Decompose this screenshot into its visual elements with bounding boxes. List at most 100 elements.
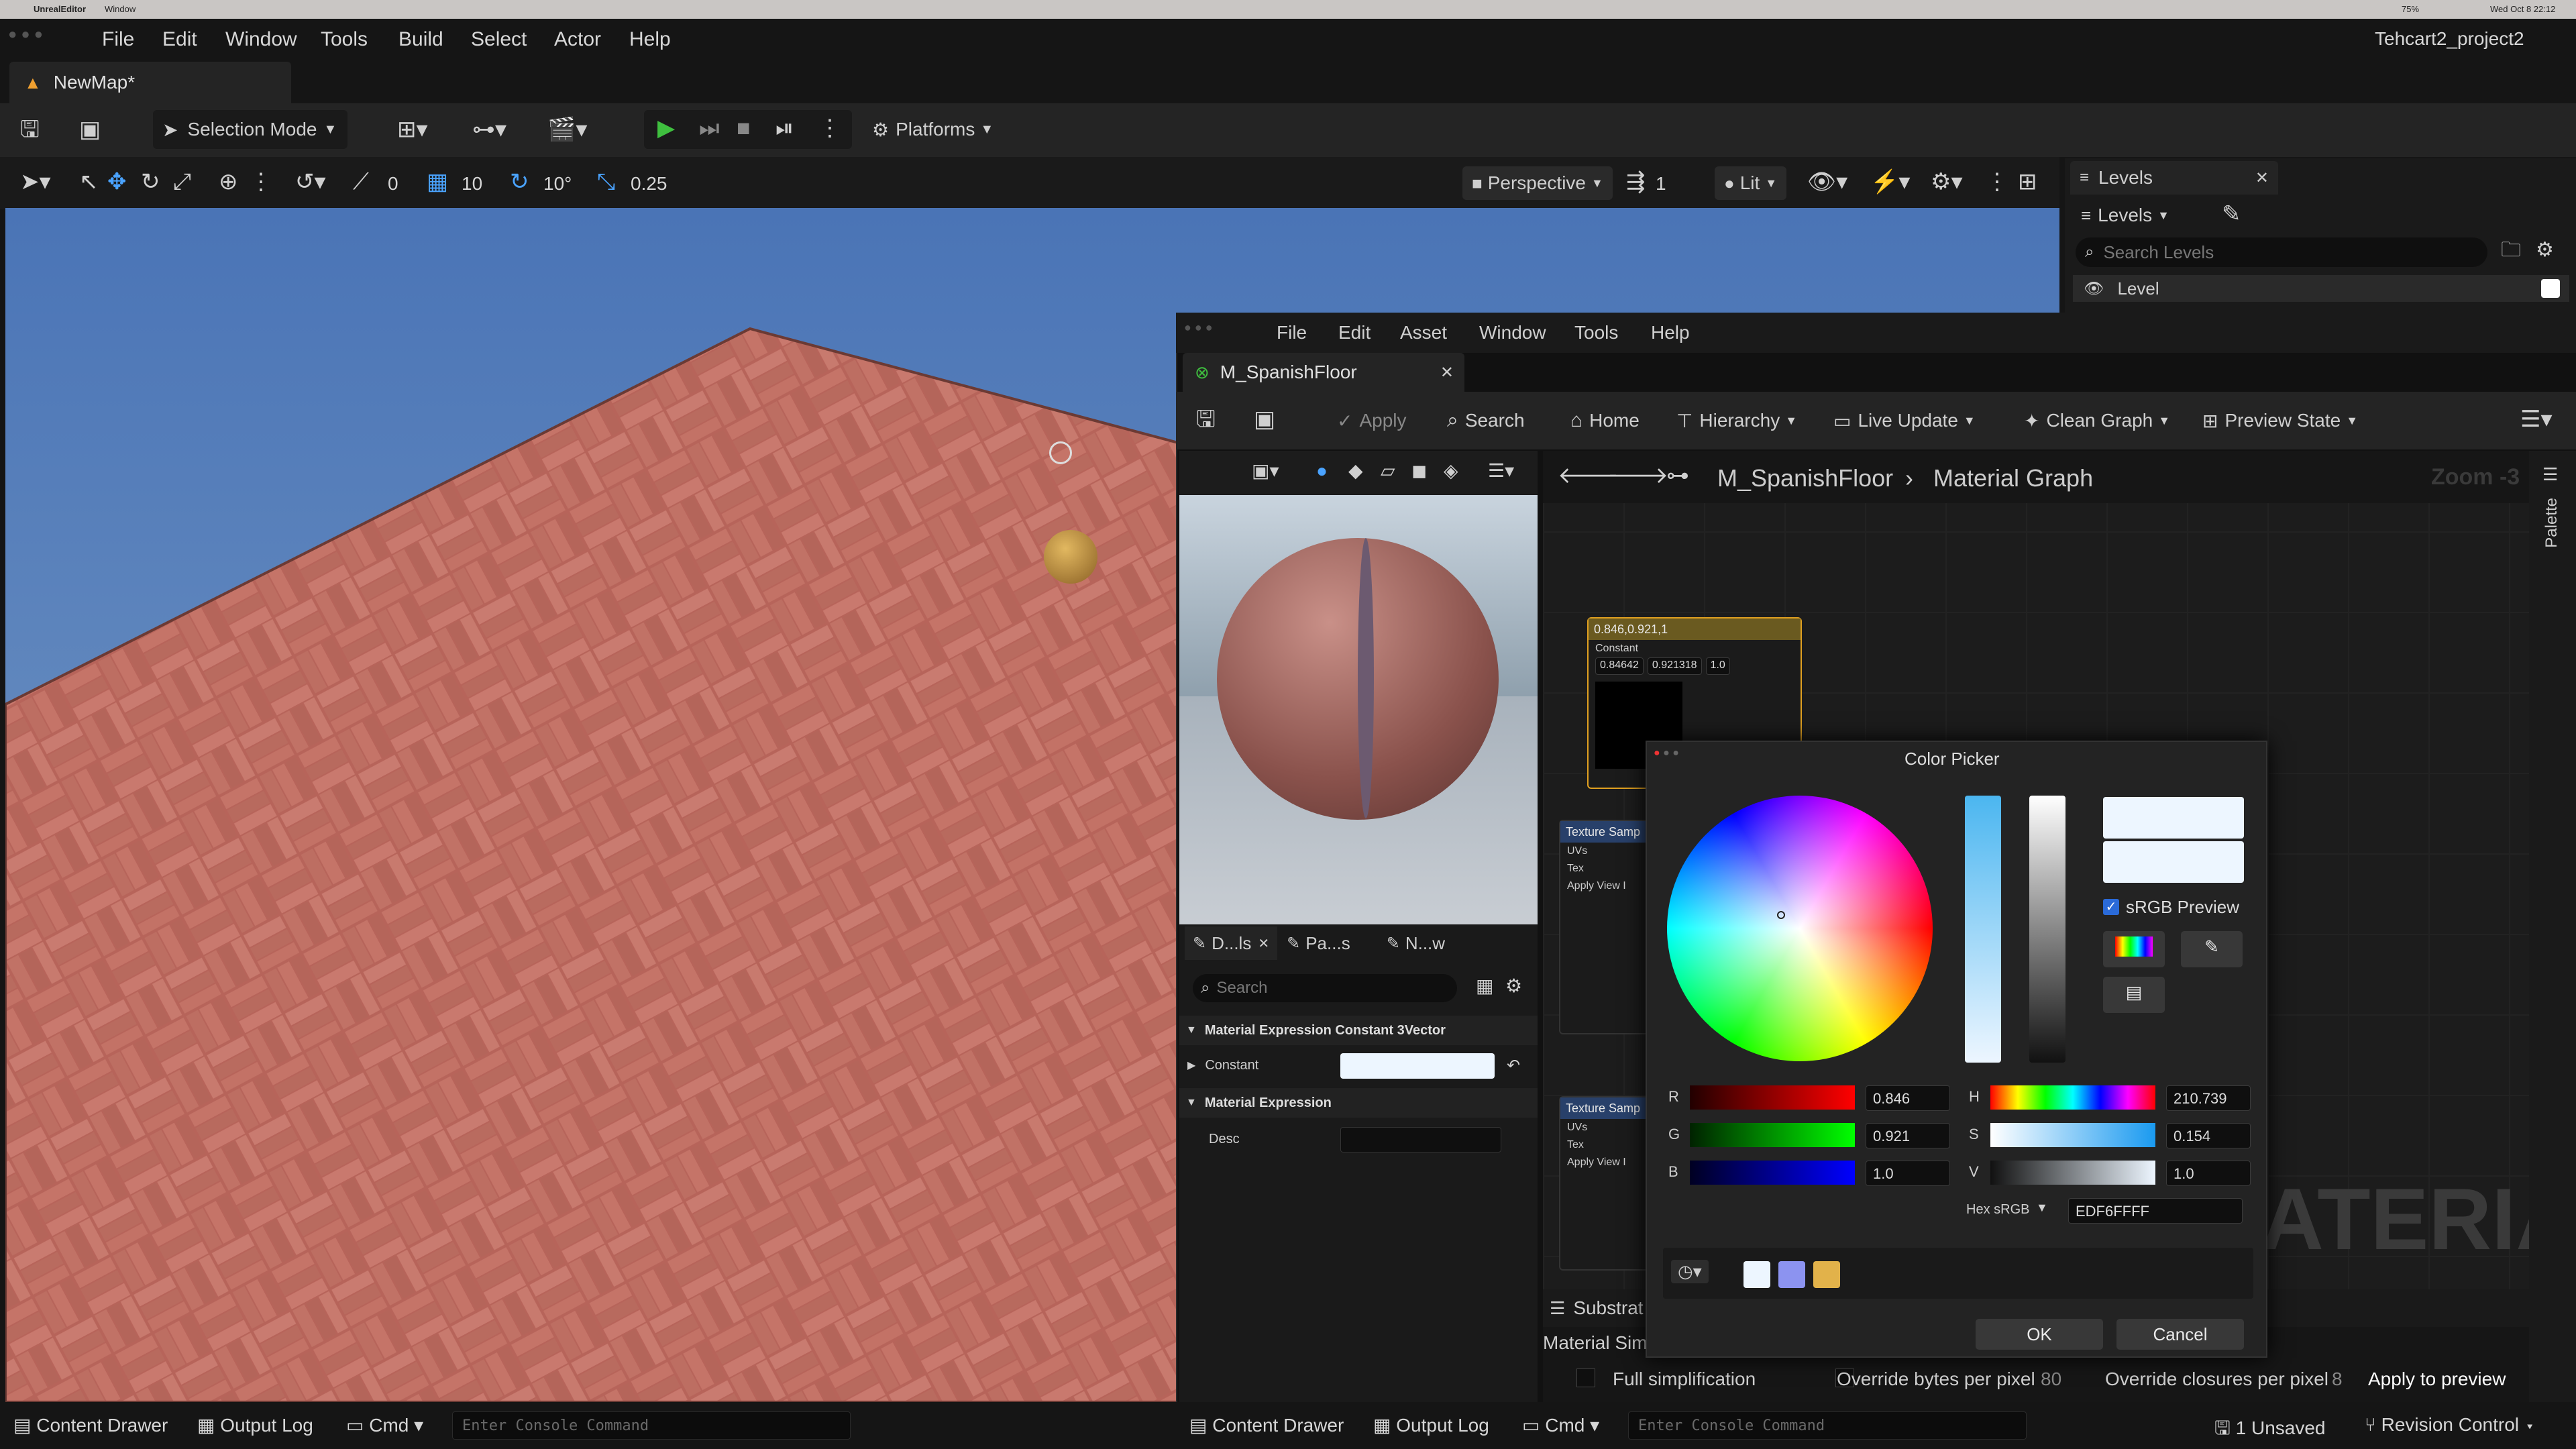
performance-icon[interactable]: ⚡▾ xyxy=(1870,170,1910,193)
scale-snap-icon[interactable]: ⤡ xyxy=(597,170,615,193)
b-value[interactable]: 1.0 xyxy=(1866,1161,1950,1186)
tab-details[interactable]: ✎ D...ls ✕ xyxy=(1185,926,1278,960)
camera-speed-value[interactable]: 1 xyxy=(1656,173,1666,195)
close-icon[interactable]: ✕ xyxy=(1440,363,1454,382)
sky-light-icon[interactable] xyxy=(1049,441,1072,464)
swatch-1[interactable] xyxy=(1743,1261,1770,1288)
apply-button[interactable]: ✓ Apply xyxy=(1337,405,1407,436)
menu-file[interactable]: File xyxy=(1277,322,1307,343)
r-slider[interactable] xyxy=(1690,1085,1855,1110)
cmd-dropdown[interactable]: ▭ Cmd ▾ xyxy=(1522,1414,1599,1436)
menu-window[interactable]: Window xyxy=(225,28,297,51)
angle-snap-icon[interactable]: ↻ xyxy=(510,170,529,193)
more-icon[interactable]: ⋮ xyxy=(250,170,272,193)
tab-material[interactable]: ⊗ M_SpanishFloor ✕ xyxy=(1183,353,1464,392)
menu-asset[interactable]: Asset xyxy=(1400,322,1447,343)
desc-input[interactable] xyxy=(1340,1127,1501,1152)
selection-mode-dropdown[interactable]: ➤ Selection Mode ▼ xyxy=(153,110,347,149)
v-slider[interactable] xyxy=(1990,1161,2155,1185)
grid-snap-value[interactable]: 10 xyxy=(462,173,482,195)
rotation-snap-icon[interactable]: ⟋ xyxy=(353,170,369,193)
sphere-actor[interactable] xyxy=(1044,530,1097,584)
settings-icon[interactable]: ⚙ xyxy=(2536,240,2554,260)
levels-dropdown[interactable]: ≡ Levels ▼ xyxy=(2081,200,2169,231)
mesh-icon[interactable]: ◈ xyxy=(1444,462,1458,480)
r-value[interactable]: 0.846 xyxy=(1866,1085,1950,1111)
menu-help[interactable]: Help xyxy=(1651,322,1690,343)
v-value[interactable]: 1.0 xyxy=(2166,1161,2251,1186)
more-icon[interactable]: ⋮ xyxy=(818,117,841,140)
console-input[interactable]: Enter Console Command xyxy=(452,1411,851,1440)
os-app-name[interactable]: UnrealEditor xyxy=(34,4,86,14)
search-levels-input[interactable]: ⌕ Search Levels xyxy=(2076,237,2487,267)
os-window-menu[interactable]: Window xyxy=(105,4,136,14)
edit-icon[interactable]: ✎ xyxy=(2222,203,2241,225)
override-closures-value[interactable]: 8 xyxy=(2332,1368,2343,1390)
more-icon[interactable]: ⋮ xyxy=(1986,170,2008,193)
cube-icon[interactable]: ◼ xyxy=(1411,462,1427,480)
scale-snap-value[interactable]: 0.25 xyxy=(631,173,667,195)
save-icon[interactable]: 🖫 xyxy=(1196,408,1216,431)
swatch-3[interactable] xyxy=(1813,1261,1840,1288)
menu-edit[interactable]: Edit xyxy=(1338,322,1371,343)
translate-icon[interactable]: ✥ xyxy=(107,170,127,193)
eyedropper-button[interactable]: ✎ xyxy=(2181,931,2243,967)
menu-select[interactable]: Select xyxy=(471,28,527,51)
theme-button[interactable]: ▤ xyxy=(2103,977,2165,1013)
h-slider[interactable] xyxy=(1990,1085,2155,1110)
tab-levels[interactable]: ≡ Levels ✕ xyxy=(2070,161,2278,195)
settings-icon[interactable]: ⚙▾ xyxy=(1931,170,1963,193)
surface-snap-icon[interactable]: ↺▾ xyxy=(295,170,326,193)
cylinder-icon[interactable]: ◆ xyxy=(1348,462,1363,480)
b-slider[interactable] xyxy=(1690,1161,1855,1185)
rotation-snap-value[interactable]: 0 xyxy=(388,173,398,195)
chevron-down-icon[interactable]: ▼ xyxy=(2036,1201,2048,1215)
reset-icon[interactable]: ↶ xyxy=(1507,1056,1520,1075)
launch-icon[interactable]: ⏯ xyxy=(775,117,794,140)
material-preview-viewport[interactable] xyxy=(1179,451,1538,924)
value-slider[interactable] xyxy=(2029,796,2065,1063)
layout-icon[interactable]: ⊞ xyxy=(2018,170,2037,193)
tab-node[interactable]: ✎ N...w xyxy=(1387,926,1445,960)
angle-snap-value[interactable]: 10° xyxy=(543,173,572,195)
preview-state-dropdown[interactable]: ⊞ Preview State ▼ xyxy=(2202,405,2358,436)
menu-icon[interactable]: ☰▾ xyxy=(2520,408,2553,431)
menu-tools[interactable]: Tools xyxy=(321,28,368,51)
table-view-icon[interactable]: ▦ xyxy=(1476,977,1493,996)
menu-file[interactable]: File xyxy=(102,28,134,51)
show-icon[interactable]: 👁▾ xyxy=(1807,170,1847,193)
menu-icon[interactable]: ☰▾ xyxy=(1488,462,1514,480)
cmd-dropdown[interactable]: ▭ Cmd ▾ xyxy=(346,1414,423,1436)
unsaved-button[interactable]: 🖫 1 Unsaved xyxy=(2214,1414,2326,1446)
breadcrumb-asset[interactable]: M_SpanishFloor xyxy=(1717,464,1893,492)
browse-icon[interactable]: ▣ xyxy=(79,118,101,141)
visibility-icon[interactable]: 👁 xyxy=(2084,279,2104,299)
console-input[interactable]: Enter Console Command xyxy=(1628,1411,2027,1440)
y-value[interactable]: 0.921318 xyxy=(1647,657,1702,675)
home-button[interactable]: ⌂ Home xyxy=(1570,405,1640,436)
s-slider[interactable] xyxy=(1990,1123,2155,1147)
apply-to-preview-button[interactable]: Apply to preview xyxy=(2368,1368,2506,1390)
add-actor-icon[interactable]: ⊞▾ xyxy=(397,118,428,141)
menu-help[interactable]: Help xyxy=(629,28,671,51)
menu-edit[interactable]: Edit xyxy=(162,28,197,51)
output-log-button[interactable]: ▦ Output Log xyxy=(197,1414,313,1436)
menu-tools[interactable]: Tools xyxy=(1574,322,1618,343)
preview-options-icon[interactable]: ▣▾ xyxy=(1252,462,1279,480)
cinematics-icon[interactable]: 🎬▾ xyxy=(547,118,587,141)
camera-speed-icon[interactable]: ⇶ xyxy=(1626,170,1646,193)
platforms-dropdown[interactable]: ⚙ Platforms ▼ xyxy=(872,110,994,149)
swatch-2[interactable] xyxy=(1778,1261,1805,1288)
history-dropdown[interactable]: ◷▾ xyxy=(1671,1260,1709,1283)
palette-label[interactable]: Palette xyxy=(2542,498,2561,548)
browse-icon[interactable]: ▣ xyxy=(1254,408,1275,431)
live-update-dropdown[interactable]: ▭ Live Update ▼ xyxy=(1833,405,1976,436)
s-value[interactable]: 0.154 xyxy=(2166,1123,2251,1148)
tab-newmap[interactable]: ▲ NewMap* xyxy=(9,62,291,103)
rotate-icon[interactable]: ↻ xyxy=(141,170,160,193)
step-icon[interactable]: ⏭ xyxy=(699,117,720,140)
override-bytes-value[interactable]: 80 xyxy=(2041,1368,2061,1390)
content-drawer-button[interactable]: ▤ Content Drawer xyxy=(13,1414,168,1436)
search-button[interactable]: ⌕ Search xyxy=(1447,405,1525,436)
cancel-button[interactable]: Cancel xyxy=(2116,1319,2244,1350)
